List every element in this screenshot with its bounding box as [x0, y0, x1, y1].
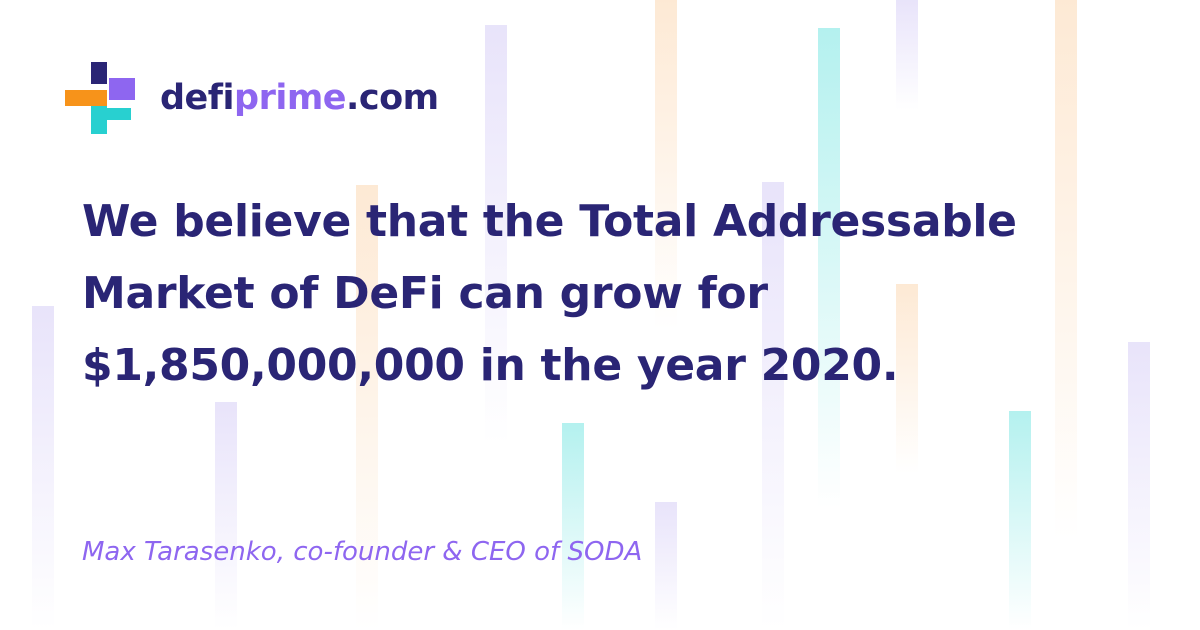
cross-plus-logo-icon	[65, 62, 135, 134]
quote-author: Max Tarasenko, co-founder & CEO of SODA	[82, 537, 643, 567]
background-bar	[896, 0, 918, 110]
background-bar	[562, 423, 584, 630]
background-bar	[655, 502, 677, 630]
brand-header: defiprime.com	[62, 60, 439, 136]
background-bar	[1009, 411, 1031, 630]
brand-name-domain: .com	[346, 77, 439, 118]
background-bar	[32, 306, 54, 630]
brand-name-defi: defi	[160, 77, 235, 118]
quote-text: We believe that the Total Addressable Ma…	[82, 196, 1017, 391]
brand-name-prime: prime	[234, 77, 347, 118]
background-bar	[215, 402, 237, 630]
brand-wordmark: defiprime.com	[160, 77, 439, 118]
